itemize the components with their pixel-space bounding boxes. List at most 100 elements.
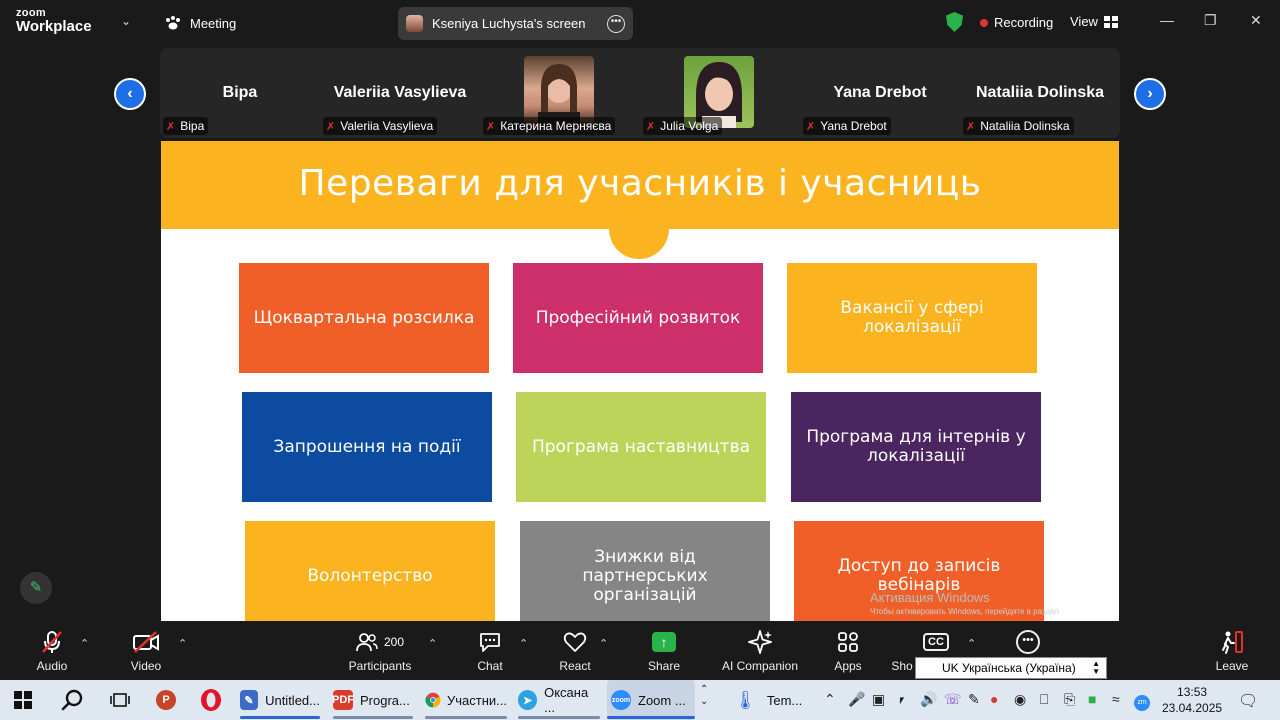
participant-strip: Віра ✗ Віра Valeriia Vasylieva ✗ Valeriia … [160,48,1120,138]
participant-tile[interactable]: Yana Drebot ✗ Yana Drebot [800,48,960,138]
recording-label: Recording [994,15,1054,30]
taskbar-app-label: Оксана ... [544,685,589,715]
taskbar-app-telegram[interactable]: ➤ Оксана ... [518,680,600,720]
slide-card: Знижки від партнерських організацій [520,521,770,621]
participant-name: Nataliia Dolinska [975,84,1105,101]
clock-time: 13:53 [1177,685,1208,699]
react-options-caret[interactable]: ⌃ [599,637,608,650]
taskbar-app-zoom[interactable]: zoom Zoom ... [607,680,695,720]
show-captions-button[interactable]: Sho [890,621,914,680]
opera-icon[interactable] [199,680,223,720]
close-icon[interactable]: ✕ [1250,12,1262,29]
search-icon[interactable] [60,680,84,720]
share-label: Share [647,659,681,673]
captions-options-caret[interactable]: ⌃ [967,637,976,650]
participants-options-caret[interactable]: ⌃ [428,637,437,650]
notifications-icon[interactable]: 🗨 [1238,691,1258,711]
weather-widget[interactable]: 🌡 Tem... [734,680,814,720]
view-button[interactable]: View [1070,14,1118,29]
chrome-icon [425,692,441,708]
spinner-arrows-icon: ▲ ▼ [1092,659,1100,676]
ai-companion-button[interactable]: AI Companion [718,621,802,680]
chat-button[interactable]: Chat [470,621,510,680]
taskbar-app-label: Zoom ... [638,692,686,708]
recording-indicator[interactable]: Recording [980,15,1053,30]
taskbar-app-program[interactable]: PDF Progra... [332,680,413,720]
participant-tag: ✗ Катерина Мерняєва [483,117,616,135]
volume-tray-icon[interactable]: 🔊 [920,691,937,708]
task-view-icon[interactable] [110,680,130,720]
device-tray-icon[interactable]: ⎘ [1064,691,1075,708]
participants-button[interactable]: 200 Participants [346,621,414,680]
pen-tray-icon[interactable]: ✎ [968,691,980,708]
previous-page-button[interactable]: ‹ [114,78,146,110]
video-button[interactable]: Video [124,621,168,680]
screen-share-label: Kseniya Luchysta's screen [432,16,586,31]
viber-tray-icon[interactable]: ☏ [944,691,962,708]
shield-icon[interactable] [946,12,963,32]
taskbar-app-chrome[interactable]: Участни... [425,680,507,720]
share-button[interactable]: ↑ Share [644,621,684,680]
microphone-tray-icon[interactable]: 🎤 [848,691,865,708]
participant-tag: ✗ Nataliia Dolinska [963,117,1074,135]
mic-off-icon: ✗ [486,120,496,133]
leave-button[interactable]: Leave [1210,621,1254,680]
app-badge-tray-icon[interactable]: ● [990,691,998,707]
react-button[interactable]: React [555,621,595,680]
zoom-tray-icon[interactable]: zm [1134,691,1150,711]
participant-tag-label: Nataliia Dolinska [980,119,1070,133]
windows-activation-subtext: Чтобы активировать Windows, перейдите в … [870,607,1059,616]
slide-decoration-circle [609,199,669,259]
weather-label: Tem... [766,692,803,708]
meeting-info-button[interactable]: Meeting [164,15,236,31]
powerpoint-icon[interactable]: P [156,680,183,720]
clipboard-tray-icon[interactable]: ⎖ [896,691,907,708]
language-selector[interactable]: UK Українська (Україна) ▲ ▼ [915,657,1107,679]
discord-tray-icon[interactable]: ◉ [1014,691,1026,708]
video-options-caret[interactable]: ⌃ [178,637,187,650]
participant-tile[interactable]: Віра ✗ Віра [160,48,320,138]
display-tray-icon[interactable]: ⎕ [1040,691,1048,708]
participant-tile[interactable]: Nataliia Dolinska ✗ Nataliia Dolinska [960,48,1120,138]
mic-off-icon: ✗ [966,120,976,133]
restore-icon[interactable]: ❐ [1204,12,1217,29]
leave-label: Leave [1215,659,1249,673]
taskbar-scroll-arrows[interactable]: ⌃ ⌄ [700,684,708,708]
slide-card: Вакансії у сфері локалізації [787,263,1037,373]
show-captions-label: Sho [891,659,913,673]
more-options-icon[interactable]: ••• [607,14,625,33]
annotate-pen-icon[interactable]: ✎ [20,572,52,604]
audio-button[interactable]: Audio [30,621,74,680]
next-page-button[interactable]: › [1134,78,1166,110]
active-indicator [607,716,695,719]
chevron-down-icon[interactable]: ⌄ [121,14,131,28]
audio-options-caret[interactable]: ⌃ [80,637,89,650]
screen-share-pill[interactable]: Kseniya Luchysta's screen ••• [398,7,633,40]
chat-options-caret[interactable]: ⌃ [519,637,528,650]
participant-tile[interactable]: ✗ Julia Volga [640,48,800,138]
shared-screen-slide: Переваги для учасників і учасниць Щоквар… [161,141,1119,621]
leave-icon [1219,625,1245,659]
apps-button[interactable]: Apps [828,621,868,680]
show-hidden-icons-chevron[interactable]: ⌃ [824,691,836,708]
participant-tile[interactable]: Valeriia Vasylieva ✗ Valeriia Vasylieva [320,48,480,138]
participant-tag: ✗ Віра [163,117,209,135]
nvidia-tray-icon[interactable]: ■ [1088,691,1096,707]
grid-view-icon [1103,15,1118,28]
language-selector-label: UK Українська (Україна) [942,661,1076,675]
participant-tag: ✗ Valeriia Vasylieva [323,117,438,135]
windows-start-icon[interactable] [14,680,32,720]
minimize-icon[interactable]: — [1160,12,1174,28]
top-bar: zoom Workplace ⌄ Meeting Kseniya Luchyst… [0,0,1280,46]
screen-capture-tray-icon[interactable]: ▣ [872,691,885,708]
wifi-tray-icon[interactable]: ≈ [1112,691,1120,707]
taskbar-app-untitled[interactable]: ✎ Untitled... [240,680,320,720]
zoom-logo[interactable]: zoom Workplace [16,8,92,35]
slide-card: Професійний розвиток [513,263,763,373]
meeting-label: Meeting [190,15,237,31]
participant-tag-label: Катерина Мерняєва [500,119,612,133]
paint-icon: ✎ [240,690,259,710]
taskbar-clock[interactable]: 13:53 23.04.2025 [1162,684,1222,716]
telegram-icon: ➤ [518,690,538,710]
participant-tile[interactable]: ✗ Катерина Мерняєва [480,48,640,138]
